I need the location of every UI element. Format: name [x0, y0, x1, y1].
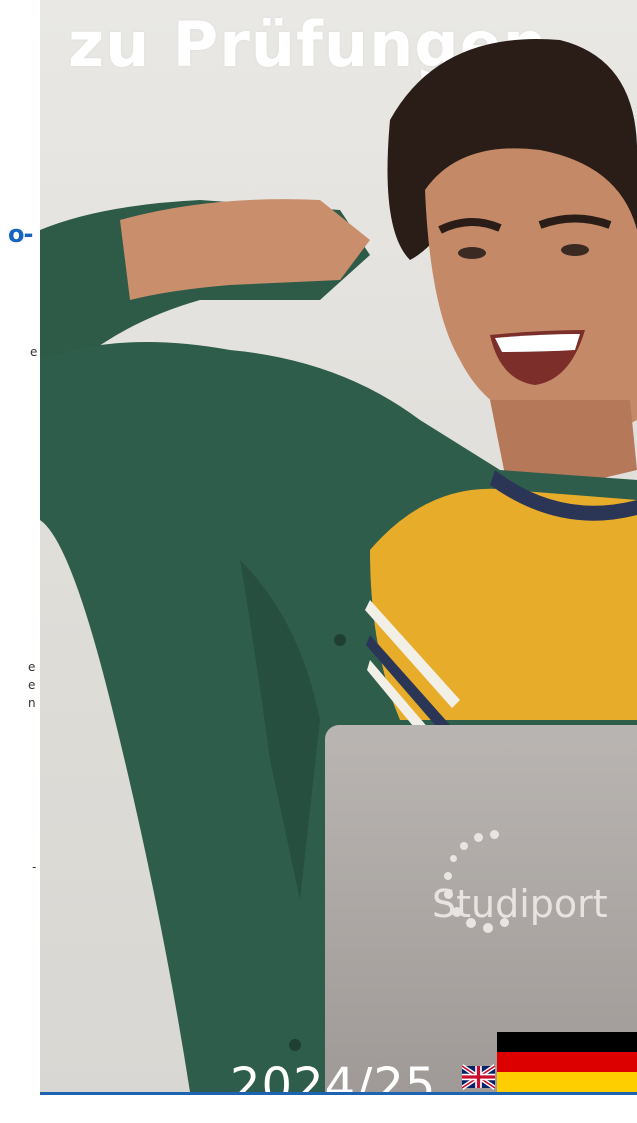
text-fragment: e [30, 345, 38, 359]
blue-heading-fragment: o- [8, 220, 33, 248]
text-fragment: n [28, 696, 36, 710]
bottom-accent-bar [40, 1092, 637, 1095]
studiport-logo-text: Studiport [432, 882, 608, 926]
text-fragment: - [32, 860, 37, 874]
text-fragment: e [28, 678, 36, 692]
left-page-strip: o- e e e n - [0, 0, 40, 1123]
text-fragment: e [28, 660, 36, 674]
uk-flag-icon[interactable] [462, 1064, 495, 1090]
edition-year: 2024/25 [230, 1058, 437, 1092]
germany-flag-icon[interactable] [497, 1032, 637, 1092]
cover-photo: zu Prüfungen Studiport 2024/25 [40, 0, 637, 1092]
